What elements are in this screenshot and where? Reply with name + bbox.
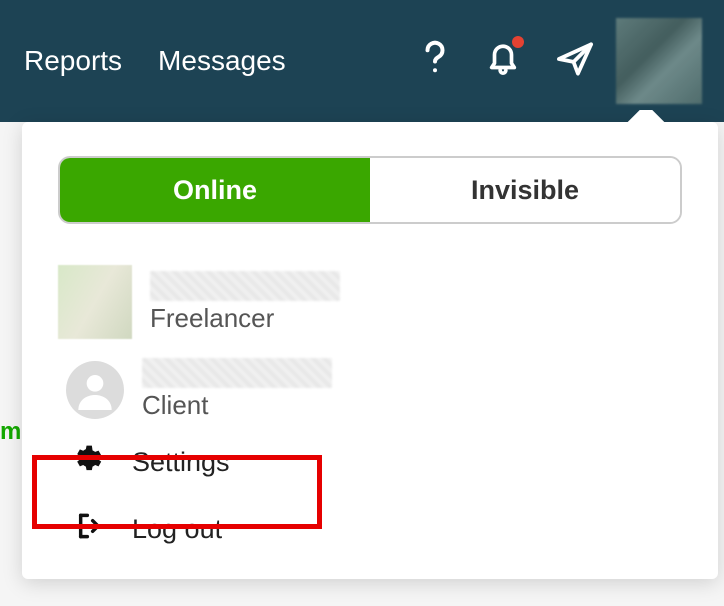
profile-client[interactable]: Client: [22, 350, 718, 429]
user-dropdown: Online Invisible Freelancer Client Setti…: [22, 122, 718, 579]
profile-avatar-freelancer: [58, 265, 132, 339]
profile-text: Freelancer: [150, 271, 340, 334]
dropdown-arrow: [624, 110, 668, 122]
profile-freelancer[interactable]: Freelancer: [22, 254, 718, 350]
menu-settings[interactable]: Settings: [22, 429, 718, 496]
menu-logout[interactable]: Log out: [22, 496, 718, 563]
notification-icon[interactable]: [486, 40, 520, 83]
menu-logout-label: Log out: [132, 514, 222, 545]
profile-name-redacted: [150, 271, 340, 301]
header-icon-group: [420, 39, 594, 84]
status-toggle: Online Invisible: [58, 156, 682, 224]
help-icon[interactable]: [420, 39, 450, 84]
status-invisible[interactable]: Invisible: [370, 158, 680, 222]
profile-role-label: Client: [142, 390, 332, 421]
profile-avatar-client: [66, 361, 124, 419]
avatar[interactable]: [616, 18, 702, 104]
menu-settings-label: Settings: [132, 447, 230, 478]
notification-badge: [512, 36, 524, 48]
gear-icon: [70, 443, 102, 482]
status-online[interactable]: Online: [60, 158, 370, 222]
nav-link-reports[interactable]: Reports: [24, 45, 122, 77]
logout-icon: [70, 510, 102, 549]
send-icon[interactable]: [556, 41, 594, 82]
profile-name-redacted: [142, 358, 332, 388]
nav-links: Reports Messages: [24, 45, 286, 77]
top-header: Reports Messages: [0, 0, 724, 122]
profile-role-label: Freelancer: [150, 303, 340, 334]
profile-text: Client: [142, 358, 332, 421]
nav-link-messages[interactable]: Messages: [158, 45, 286, 77]
